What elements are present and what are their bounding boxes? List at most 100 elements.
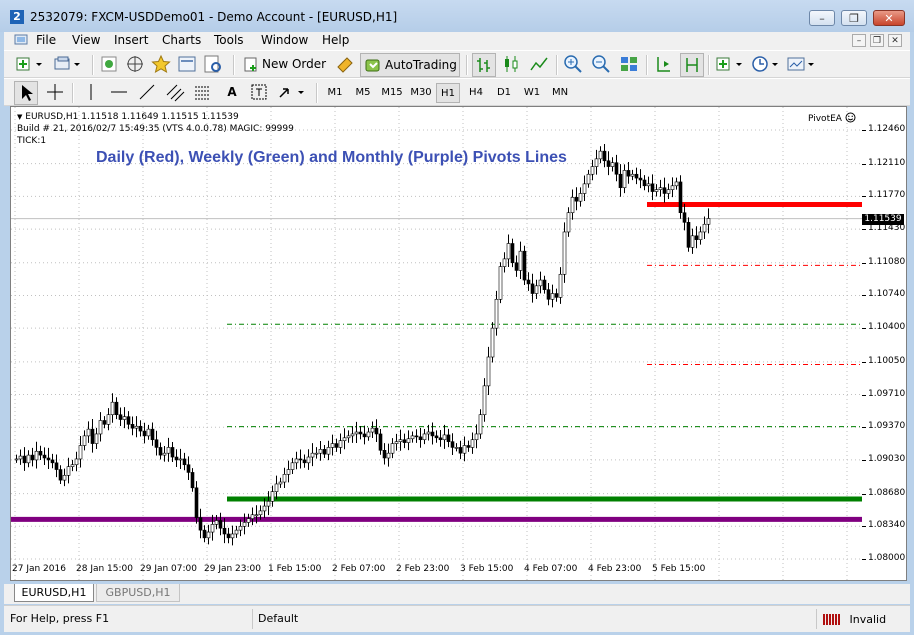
timeframe-m5[interactable]: M5	[350, 83, 376, 103]
price-axis-tick	[862, 163, 866, 165]
price-chart[interactable]	[11, 107, 863, 581]
candle-body	[46, 457, 51, 461]
menu-window[interactable]: Window	[261, 33, 308, 47]
minimize-button[interactable]: –	[809, 10, 835, 26]
new-order-icon	[244, 57, 257, 72]
price-axis-label: 1.11430	[868, 223, 906, 234]
meta-editor-icon[interactable]	[334, 53, 358, 77]
candle-body	[702, 223, 707, 233]
timeframe-h1[interactable]: H1	[436, 83, 460, 103]
mdi-minimize-button[interactable]: –	[852, 34, 866, 47]
text-tool-icon[interactable]: A	[220, 81, 244, 105]
navigator-icon[interactable]	[124, 53, 148, 77]
line-studies-toolbar: A M1 M5 M15 M30 H1 H4 D1 W1 MN	[4, 78, 910, 106]
chart-window[interactable]	[10, 106, 863, 581]
price-axis-label: 1.12110	[868, 157, 906, 168]
tab-gbpusd-h1[interactable]: GBPUSD,H1	[96, 584, 180, 602]
candle-body	[14, 458, 19, 461]
mdi-close-button[interactable]: ✕	[888, 34, 902, 47]
zoom-out-icon[interactable]	[590, 53, 614, 77]
indicators-button[interactable]	[714, 53, 748, 77]
candle-body	[438, 437, 443, 441]
templates-button[interactable]	[786, 53, 820, 77]
profiles-button[interactable]	[52, 53, 86, 77]
auto-scroll-icon[interactable]	[652, 53, 676, 77]
timeframe-h4[interactable]: H4	[463, 83, 489, 103]
timeframe-m30[interactable]: M30	[407, 83, 435, 103]
vertical-line-tool-icon[interactable]	[80, 81, 104, 105]
candle-body	[278, 481, 283, 485]
candle-body	[170, 447, 175, 458]
candle-body	[486, 356, 491, 387]
fibonacci-tool-icon[interactable]	[192, 81, 216, 105]
price-axis-tick	[862, 229, 866, 231]
menu-charts[interactable]: Charts	[162, 33, 201, 47]
candle-body	[482, 385, 487, 416]
candle-body	[234, 529, 239, 535]
cursor-tool-icon[interactable]	[14, 81, 38, 105]
candle-body	[546, 289, 551, 300]
candle-body	[538, 279, 543, 287]
menu-help[interactable]: Help	[322, 33, 349, 47]
menu-tools[interactable]: Tools	[214, 33, 244, 47]
menu-file[interactable]: File	[36, 33, 56, 47]
tile-windows-icon[interactable]	[618, 53, 642, 77]
strategy-tester-icon[interactable]	[202, 53, 226, 77]
timeframe-m15[interactable]: M15	[378, 83, 406, 103]
price-axis-tick	[862, 526, 866, 528]
candle-body	[598, 150, 603, 160]
terminal-icon[interactable]	[176, 53, 200, 77]
close-button[interactable]: ✕	[873, 10, 905, 26]
candle-body	[282, 474, 287, 483]
expert-advisor-label[interactable]: PivotEA	[808, 112, 856, 124]
menu-insert[interactable]: Insert	[114, 33, 148, 47]
candle-body	[554, 293, 559, 298]
horizontal-line-tool-icon[interactable]	[108, 81, 132, 105]
candle-body	[642, 179, 647, 187]
crosshair-tool-icon[interactable]	[44, 81, 68, 105]
market-watch-icon[interactable]	[98, 53, 122, 77]
restore-button[interactable]: ❐	[841, 10, 867, 26]
candle-body	[42, 454, 47, 459]
candlestick-button[interactable]	[500, 53, 524, 77]
time-axis-label: 28 Jan 15:00	[76, 564, 133, 574]
candle-body	[306, 456, 311, 464]
timeframe-w1[interactable]: W1	[519, 83, 545, 103]
bar-chart-button[interactable]	[472, 53, 496, 77]
autotrading-button[interactable]: AutoTrading	[360, 53, 460, 77]
tab-eurusd-h1[interactable]: EURUSD,H1	[14, 584, 94, 602]
candle-body	[238, 525, 243, 531]
new-order-button[interactable]: New Order	[240, 53, 330, 77]
chart-shift-icon[interactable]	[680, 53, 704, 77]
periods-button[interactable]	[750, 53, 784, 77]
price-axis[interactable]: 1.11539 1.12460 1.12110 1.11770 1.11430 1.11…	[862, 106, 907, 581]
candle-body	[246, 518, 251, 523]
arrows-tool-button[interactable]	[276, 81, 310, 105]
connection-status[interactable]: Invalid	[822, 612, 886, 626]
candle-body	[658, 187, 663, 190]
zoom-in-icon[interactable]	[562, 53, 586, 77]
line-chart-button[interactable]	[528, 53, 552, 77]
candle-body	[454, 447, 459, 449]
candle-body	[510, 243, 515, 264]
candle-body	[666, 189, 671, 194]
text-label-tool-icon[interactable]	[248, 81, 272, 105]
candle-body	[66, 466, 71, 476]
candle-body	[62, 475, 67, 481]
candle-body	[310, 452, 315, 458]
timeframe-m1[interactable]: M1	[322, 83, 348, 103]
favorites-icon[interactable]	[150, 53, 174, 77]
candle-body	[614, 162, 619, 175]
candle-body	[314, 452, 319, 455]
mdi-restore-button[interactable]: ❐	[870, 34, 884, 47]
candle-body	[38, 450, 43, 456]
new-chart-button[interactable]	[14, 53, 48, 77]
timeframe-mn[interactable]: MN	[547, 83, 573, 103]
timeframe-d1[interactable]: D1	[491, 83, 517, 103]
menu-view[interactable]: View	[72, 33, 100, 47]
trendline-tool-icon[interactable]	[136, 81, 160, 105]
candle-body	[370, 427, 375, 433]
equidistant-channel-tool-icon[interactable]	[164, 81, 188, 105]
candle-body	[530, 283, 535, 294]
candle-body	[490, 327, 495, 358]
